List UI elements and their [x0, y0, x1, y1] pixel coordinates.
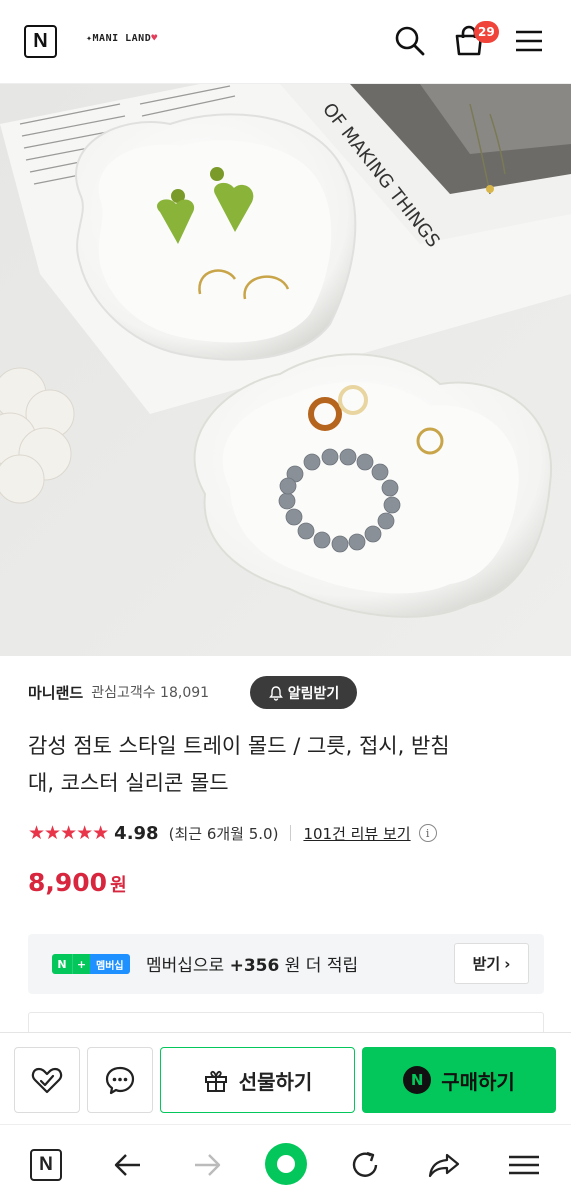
- green-dot-icon: [265, 1143, 307, 1185]
- membership-points-amount: +356: [229, 956, 280, 976]
- arrow-right-icon: [195, 1154, 221, 1176]
- rating-row: ★★★★★ 4.98 (최근 6개월 5.0) 101건 리뷰 보기 i: [28, 820, 437, 846]
- rating-recent-period: (최근 6개월 5.0): [168, 824, 279, 843]
- talk-chat-button[interactable]: [87, 1047, 153, 1113]
- heart-check-icon: [31, 1067, 63, 1094]
- membership-points-box: N + 멤버십 멤버십으로 +356 원 더 적립 받기 ›: [28, 934, 544, 994]
- gift-icon: [204, 1070, 227, 1092]
- info-icon[interactable]: i: [418, 824, 437, 842]
- seller-follower-count: 관심고객수 18,091: [91, 685, 210, 701]
- product-title-line-2: 대, 코스터 실리콘 몰드: [28, 771, 229, 795]
- alarm-button-label: 알림받기: [287, 685, 340, 702]
- divider: [290, 825, 292, 841]
- browser-home-button[interactable]: N: [26, 1145, 66, 1185]
- share-arrow-icon: [428, 1153, 460, 1178]
- buy-button[interactable]: N 구매하기: [362, 1047, 556, 1113]
- naver-home-letter: N: [39, 1154, 53, 1175]
- browser-menu-button[interactable]: [504, 1145, 544, 1185]
- alarm-subscribe-button[interactable]: 알림받기: [250, 676, 357, 709]
- receive-points-button[interactable]: 받기 ›: [454, 943, 529, 984]
- refresh-icon: [352, 1151, 378, 1177]
- plus-icon: +: [72, 954, 90, 974]
- top-header: N ✦MANI LAND♥ 29: [0, 0, 571, 84]
- product-photo-illustration: OF MAKING THINGS: [0, 84, 571, 656]
- naver-plus-membership-badge: N + 멤버십: [52, 954, 130, 974]
- arrow-left-icon: [114, 1154, 140, 1176]
- naver-home-icon: N: [30, 1149, 62, 1181]
- product-image[interactable]: OF MAKING THINGS: [0, 84, 571, 656]
- cart-count-badge: 29: [474, 21, 499, 43]
- chat-bubble-icon: [105, 1066, 135, 1095]
- back-button[interactable]: [108, 1145, 148, 1185]
- receive-button-label: 받기: [472, 955, 501, 973]
- search-icon[interactable]: [393, 24, 427, 58]
- share-button[interactable]: [424, 1145, 464, 1185]
- chevron-right-icon: ›: [504, 954, 511, 973]
- naver-logo-letter: N: [33, 30, 48, 52]
- hamburger-menu-icon[interactable]: [512, 24, 546, 58]
- like-button[interactable]: [14, 1047, 80, 1113]
- rating-score: 4.98: [114, 822, 159, 844]
- refresh-button[interactable]: [345, 1145, 385, 1185]
- review-link[interactable]: 101건 리뷰 보기: [303, 823, 410, 844]
- naver-n-icon: N: [52, 954, 72, 974]
- gift-button[interactable]: 선물하기: [160, 1047, 355, 1113]
- naver-home-logo[interactable]: N: [24, 25, 57, 58]
- bell-plus-icon: [268, 685, 283, 701]
- price: 8,900 원: [28, 868, 127, 904]
- store-brand-logo[interactable]: ✦MANI LAND♥: [86, 33, 158, 44]
- price-amount: 8,900: [28, 868, 108, 897]
- green-dot-button[interactable]: [263, 1141, 309, 1187]
- hamburger-menu-icon: [509, 1155, 539, 1175]
- heart-icon: ♥: [151, 33, 158, 44]
- seller-row: 마니랜드 관심고객수 18,091: [28, 676, 209, 708]
- store-brand-text: MANI LAND: [92, 33, 152, 44]
- membership-points-text: 멤버십으로 +356 원 더 적립: [146, 951, 358, 976]
- buy-button-label: 구매하기: [441, 1069, 515, 1094]
- seller-name[interactable]: 마니랜드: [28, 682, 83, 703]
- membership-badge-label: 멤버십: [90, 954, 130, 974]
- membership-text-prefix: 멤버십으로: [146, 956, 230, 976]
- naver-pay-icon: N: [403, 1066, 432, 1094]
- product-title-line-1: 감성 점토 스타일 트레이 몰드 / 그릇, 접시, 받침: [28, 734, 450, 758]
- price-unit: 원: [110, 875, 127, 896]
- membership-text-suffix: 원 더 적립: [279, 956, 359, 976]
- purchase-action-bar: 선물하기 N 구매하기: [0, 1032, 571, 1124]
- forward-button[interactable]: [187, 1145, 227, 1185]
- gift-button-label: 선물하기: [238, 1069, 313, 1094]
- star-rating-icon: ★★★★★: [28, 822, 109, 844]
- product-title: 감성 점토 스타일 트레이 몰드 / 그릇, 접시, 받침 대, 코스터 실리콘…: [28, 728, 548, 802]
- browser-toolbar: N: [0, 1124, 571, 1200]
